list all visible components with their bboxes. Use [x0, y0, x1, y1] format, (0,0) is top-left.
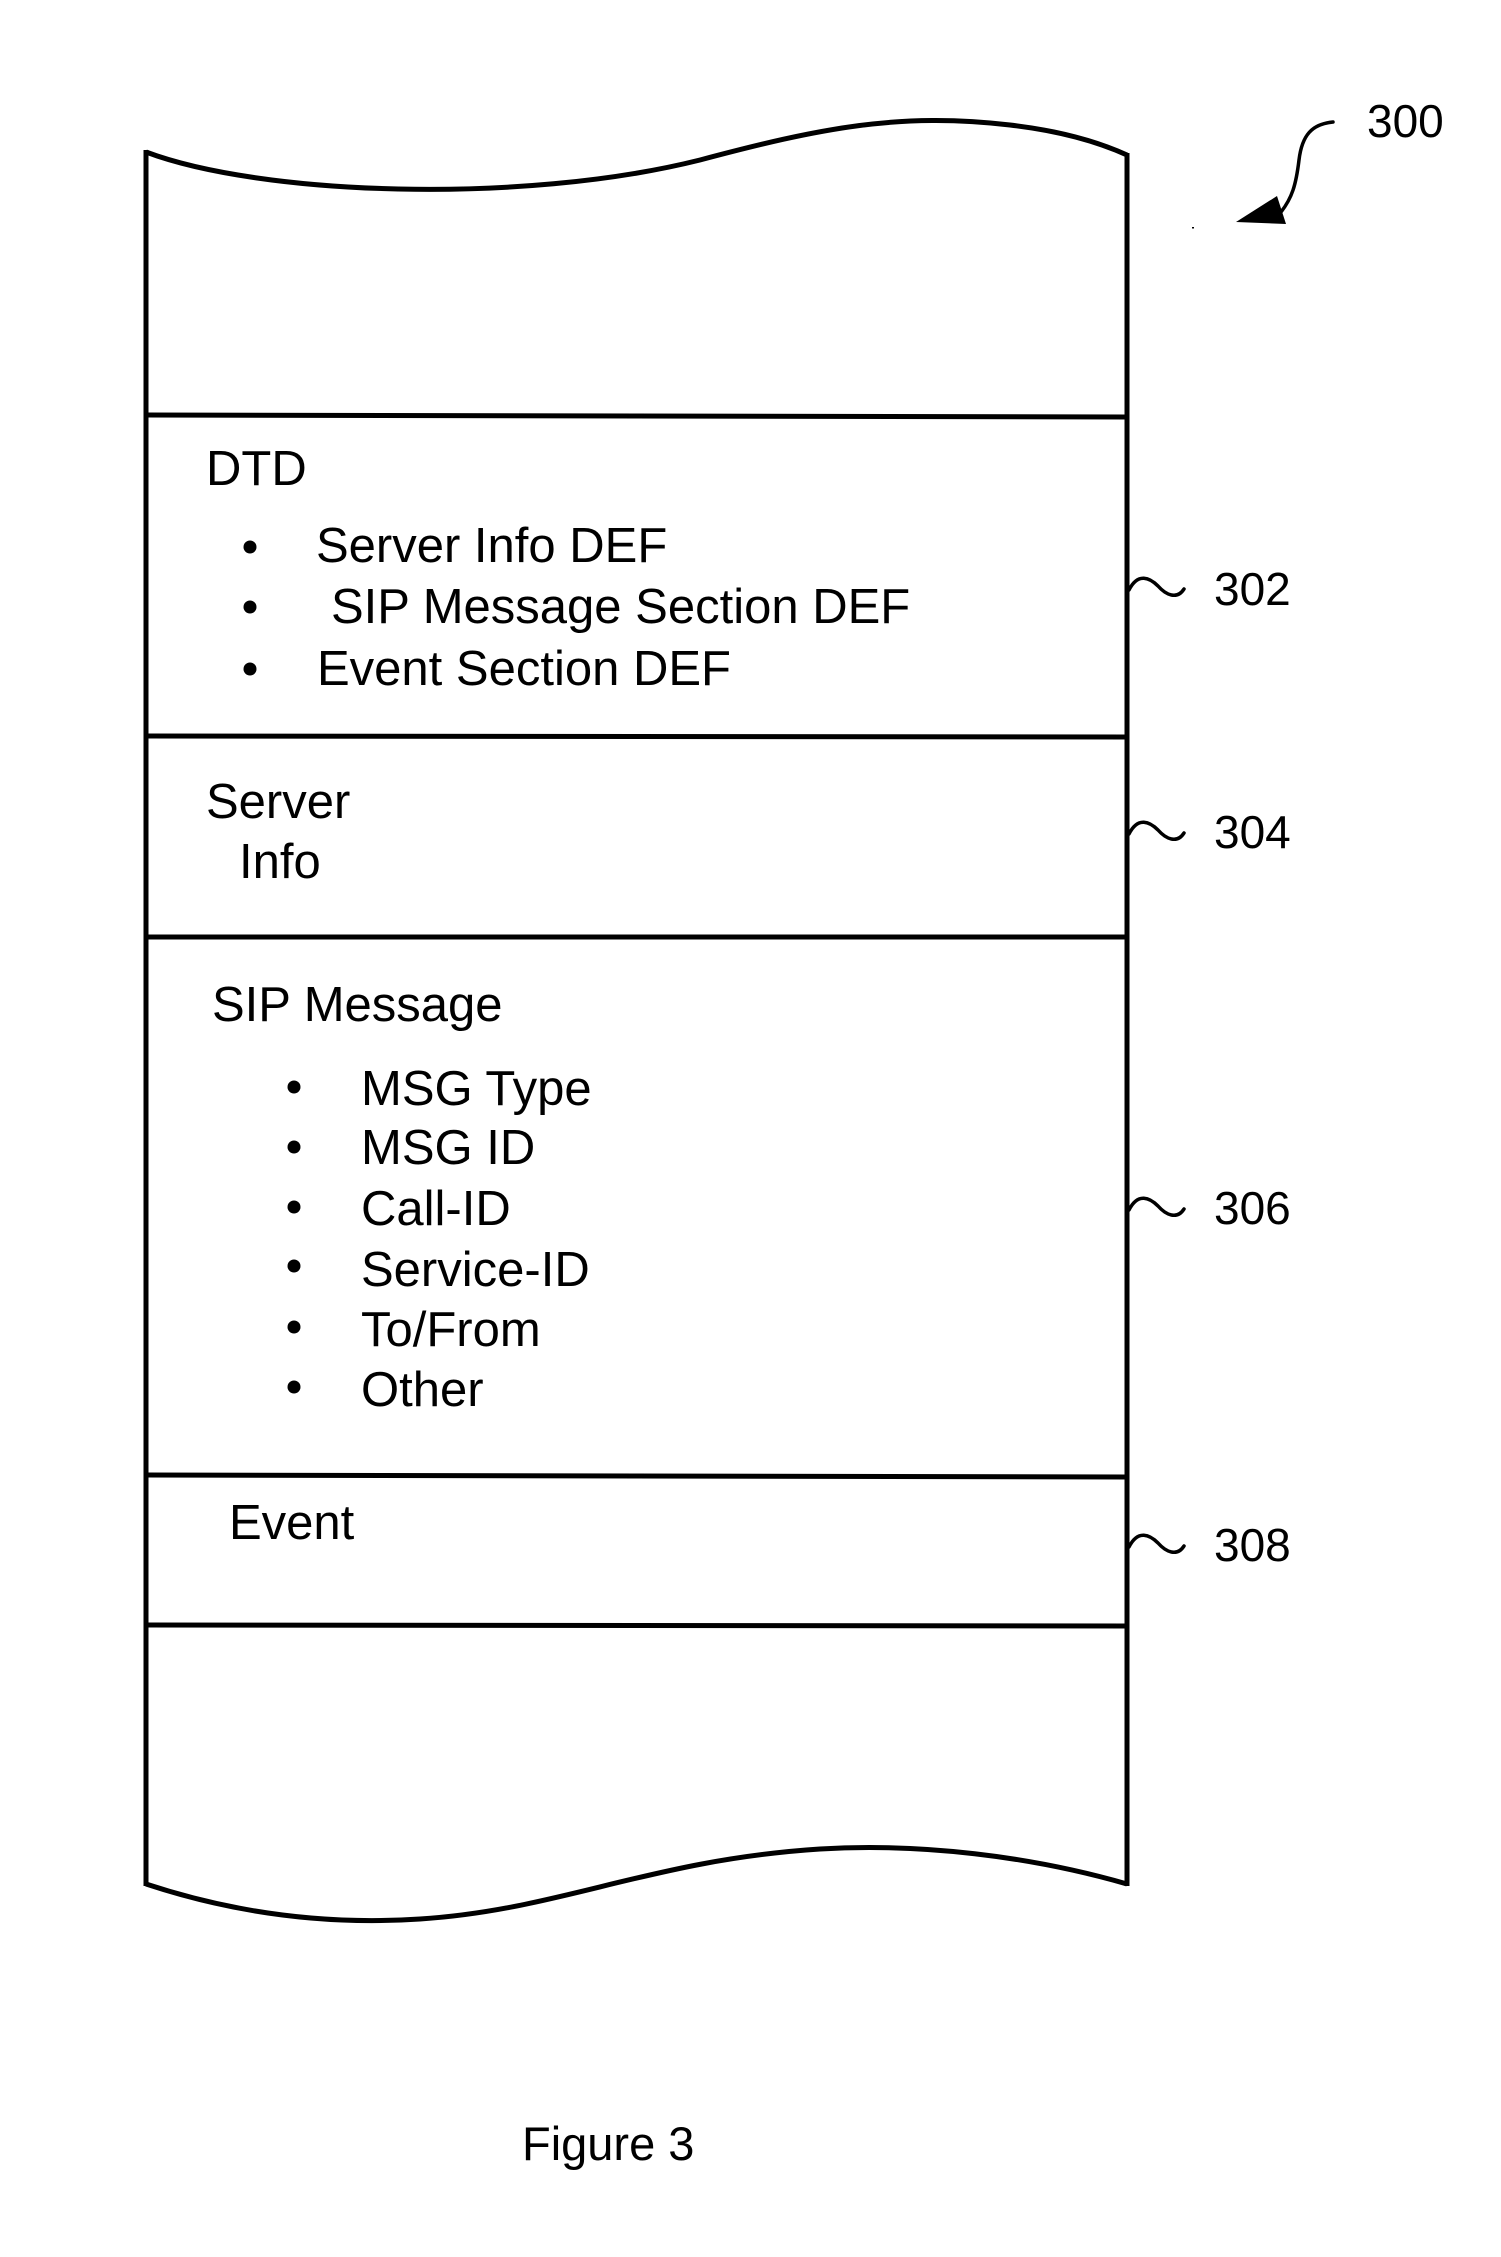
list-item: SIP Message Section DEF	[331, 580, 910, 634]
section-title: DTD	[206, 442, 307, 496]
section-title: SIP Message	[212, 978, 503, 1032]
bullet-icon	[287, 1080, 301, 1094]
bullet-icon	[287, 1380, 301, 1394]
section-event: Event	[229, 1496, 355, 1550]
bullet-icon	[287, 1200, 301, 1214]
tilde-leader-icon	[1127, 576, 1186, 598]
tilde-leader-icon	[1127, 820, 1186, 842]
reference-label: 302	[1214, 563, 1291, 615]
figure-reference-label: 300	[1367, 95, 1444, 147]
list-item: Server Info DEF	[316, 519, 667, 573]
divider-event-top	[145, 1472, 1128, 1480]
divider-server-info-top	[145, 733, 1128, 740]
section-server-info: Server Info	[206, 775, 350, 889]
reference-308: 308	[1127, 1519, 1291, 1571]
section-sip-message: SIP Message MSG Type MSG ID Call-ID Serv…	[212, 978, 592, 1417]
list-item: Service-ID	[361, 1243, 590, 1297]
wavy-top-edge	[145, 117, 1129, 192]
figure-caption: Figure 3	[522, 2117, 694, 2170]
list-item: MSG Type	[361, 1062, 592, 1116]
reference-302: 302	[1127, 563, 1291, 615]
reference-304: 304	[1127, 806, 1291, 858]
reference-label: 304	[1214, 806, 1291, 858]
tilde-leader-icon	[1127, 1196, 1186, 1218]
section-dtd: DTD Server Info DEF SIP Message Section …	[206, 442, 910, 696]
speck	[1192, 227, 1194, 229]
reference-arrow-head-icon	[1236, 196, 1286, 224]
bullet-icon	[287, 1259, 301, 1273]
reference-label: 308	[1214, 1519, 1291, 1571]
bullet-icon	[287, 1320, 301, 1334]
bullet-icon	[243, 540, 257, 554]
divider-dtd-top	[145, 412, 1128, 420]
figure-canvas: 300 DTD Server Info DEF SIP Message Sect…	[143, 95, 1444, 2170]
section-title-line-2: Info	[239, 835, 321, 889]
list-item: To/From	[361, 1303, 541, 1357]
list-item: Event Section DEF	[317, 642, 731, 696]
wavy-bottom-edge	[145, 1845, 1128, 1924]
bullet-icon	[287, 1140, 301, 1154]
section-title: Event	[229, 1496, 355, 1550]
section-title-line-1: Server	[206, 775, 350, 829]
reference-arrow-curve	[1279, 120, 1335, 214]
divider-event-bottom	[145, 1622, 1128, 1629]
list-item: MSG ID	[361, 1121, 535, 1175]
figure-reference-300: 300	[1192, 95, 1444, 229]
tilde-leader-icon	[1127, 1533, 1186, 1555]
bullet-icon	[243, 600, 257, 614]
list-item: Other	[361, 1363, 484, 1417]
reference-306: 306	[1127, 1182, 1291, 1234]
list-item: Call-ID	[361, 1182, 511, 1236]
bullet-icon	[243, 662, 257, 676]
reference-label: 306	[1214, 1182, 1291, 1234]
